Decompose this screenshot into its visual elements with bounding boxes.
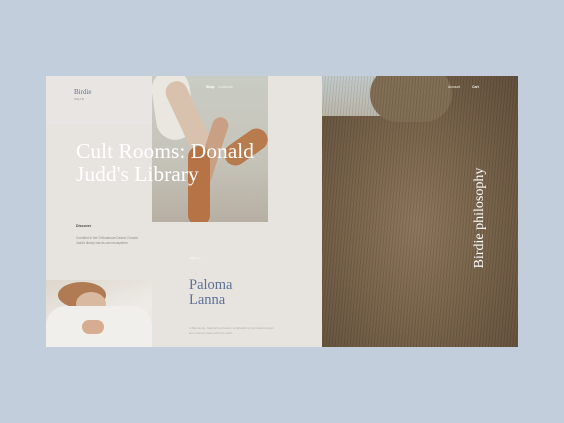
feature-name-line-1: Paloma xyxy=(189,277,233,293)
headline-line-2: Judd's Library xyxy=(76,162,199,186)
feature-name[interactable]: Paloma Lanna xyxy=(189,278,233,308)
discover-link[interactable]: Discover xyxy=(76,224,91,228)
hero-headline[interactable]: Cult Rooms: Donald Judd's Library xyxy=(76,140,336,186)
feature-name-line-2: Lanna xyxy=(189,292,226,308)
brand-tagline: WEAR xyxy=(74,97,85,101)
logo-block: Birdie WEAR xyxy=(46,76,152,124)
nav-lookbook[interactable]: Lookbook xyxy=(218,85,233,89)
sweater-photo xyxy=(322,76,518,347)
knit-texture xyxy=(322,76,518,347)
brand-logo[interactable]: Birdie xyxy=(74,88,92,96)
feature-description: A Barcelona, Spanish recreation emphasiz… xyxy=(189,326,275,335)
philosophy-link[interactable]: Birdie philosophy xyxy=(472,153,488,283)
nav-cart[interactable]: Cart xyxy=(472,85,479,89)
nav-account[interactable]: Account xyxy=(448,85,460,89)
nav-shop[interactable]: Shop xyxy=(206,85,214,89)
portrait-photo xyxy=(46,280,152,347)
page-frame: Birdie WEAR Shop Lookbook Cult Rooms: Do… xyxy=(46,76,518,347)
headline-line-1: Cult Rooms: Donald xyxy=(76,139,254,163)
discover-description: Cornified in the Chihuahuan Desert, Dona… xyxy=(76,236,138,245)
meet-us-link[interactable]: Meet us xyxy=(190,256,201,260)
